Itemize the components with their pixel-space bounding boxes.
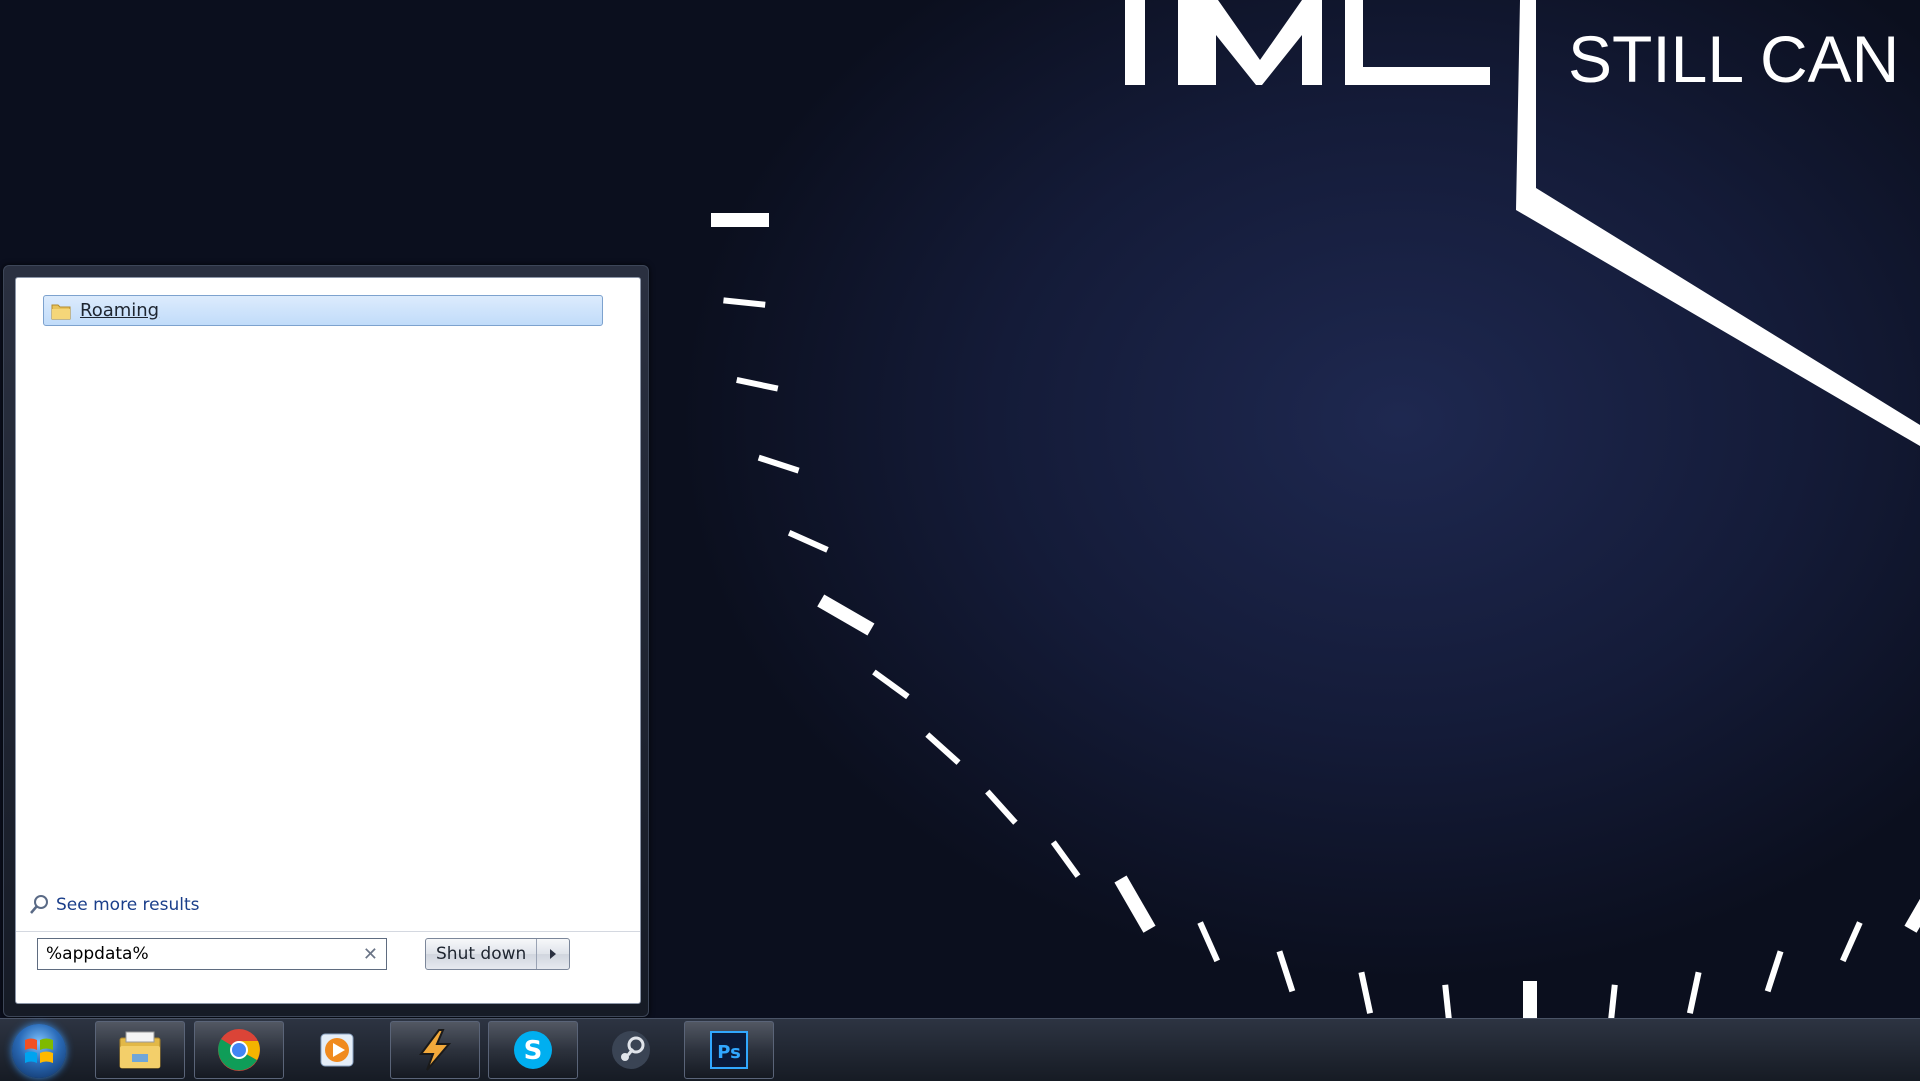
clock-tick bbox=[787, 530, 829, 553]
taskbar-media-player[interactable] bbox=[292, 1021, 382, 1079]
clock-tick bbox=[1276, 950, 1296, 993]
search-icon bbox=[30, 895, 48, 914]
start-menu-bottom-bar: ✕ Shut down bbox=[15, 938, 639, 1004]
wallpaper-text: STILL CAN bbox=[1568, 22, 1899, 96]
clock-tick bbox=[1114, 875, 1156, 933]
clock-tick bbox=[723, 297, 766, 308]
photoshop-label: Ps bbox=[717, 1042, 741, 1063]
search-result-roaming[interactable]: Roaming bbox=[43, 295, 603, 326]
play-icon bbox=[320, 1033, 354, 1067]
chrome-icon bbox=[218, 1029, 260, 1071]
taskbar: S Ps bbox=[0, 1018, 1920, 1081]
skype-icon: S bbox=[514, 1031, 552, 1069]
close-icon[interactable]: ✕ bbox=[363, 944, 378, 965]
clock-tick bbox=[1050, 840, 1081, 878]
taskbar-skype[interactable]: S bbox=[488, 1021, 578, 1079]
clock-tick bbox=[1840, 921, 1863, 963]
lightning-icon bbox=[419, 1029, 452, 1071]
clock-tick bbox=[1764, 950, 1784, 993]
see-more-results-link[interactable]: See more results bbox=[28, 894, 200, 916]
clock-tick bbox=[817, 594, 875, 636]
clock-tick bbox=[985, 789, 1018, 825]
svg-text:S: S bbox=[524, 1036, 543, 1066]
clock-tick bbox=[757, 454, 800, 474]
shutdown-options-button[interactable] bbox=[537, 939, 569, 969]
start-search-input[interactable] bbox=[46, 944, 346, 964]
folder-library-icon bbox=[119, 1031, 161, 1069]
results-divider bbox=[16, 931, 640, 932]
start-search-box[interactable]: ✕ bbox=[37, 938, 387, 970]
clock-tick bbox=[711, 213, 769, 227]
wallpaper-large-letters bbox=[1125, 0, 1490, 85]
search-results-pane: Roaming See more results bbox=[15, 277, 641, 1004]
taskbar-photoshop[interactable]: Ps bbox=[684, 1021, 774, 1079]
start-menu: Roaming See more results ✕ Shut down bbox=[3, 265, 649, 1017]
folder-icon bbox=[51, 304, 71, 319]
photoshop-icon: Ps bbox=[710, 1031, 748, 1069]
clock-tick bbox=[872, 669, 910, 700]
clock-tick bbox=[736, 376, 779, 392]
taskbar-chrome[interactable] bbox=[194, 1021, 284, 1079]
clock-tick bbox=[1197, 921, 1220, 963]
clock-tick bbox=[1904, 875, 1920, 933]
taskbar-winamp[interactable] bbox=[390, 1021, 480, 1079]
chevron-right-icon bbox=[550, 949, 557, 959]
taskbar-steam[interactable] bbox=[586, 1021, 676, 1079]
shutdown-button[interactable]: Shut down bbox=[426, 939, 538, 969]
clock-tick bbox=[1686, 971, 1702, 1014]
shutdown-button-group: Shut down bbox=[425, 938, 571, 970]
taskbar-file-explorer[interactable] bbox=[95, 1021, 185, 1079]
see-more-results-label: See more results bbox=[56, 895, 200, 915]
start-button[interactable] bbox=[12, 1024, 66, 1078]
clock-tick bbox=[1358, 971, 1374, 1014]
clock-tick bbox=[925, 732, 961, 765]
search-result-label: Roaming bbox=[80, 300, 160, 321]
steam-icon bbox=[612, 1031, 650, 1069]
windows-logo-icon bbox=[25, 1038, 53, 1063]
